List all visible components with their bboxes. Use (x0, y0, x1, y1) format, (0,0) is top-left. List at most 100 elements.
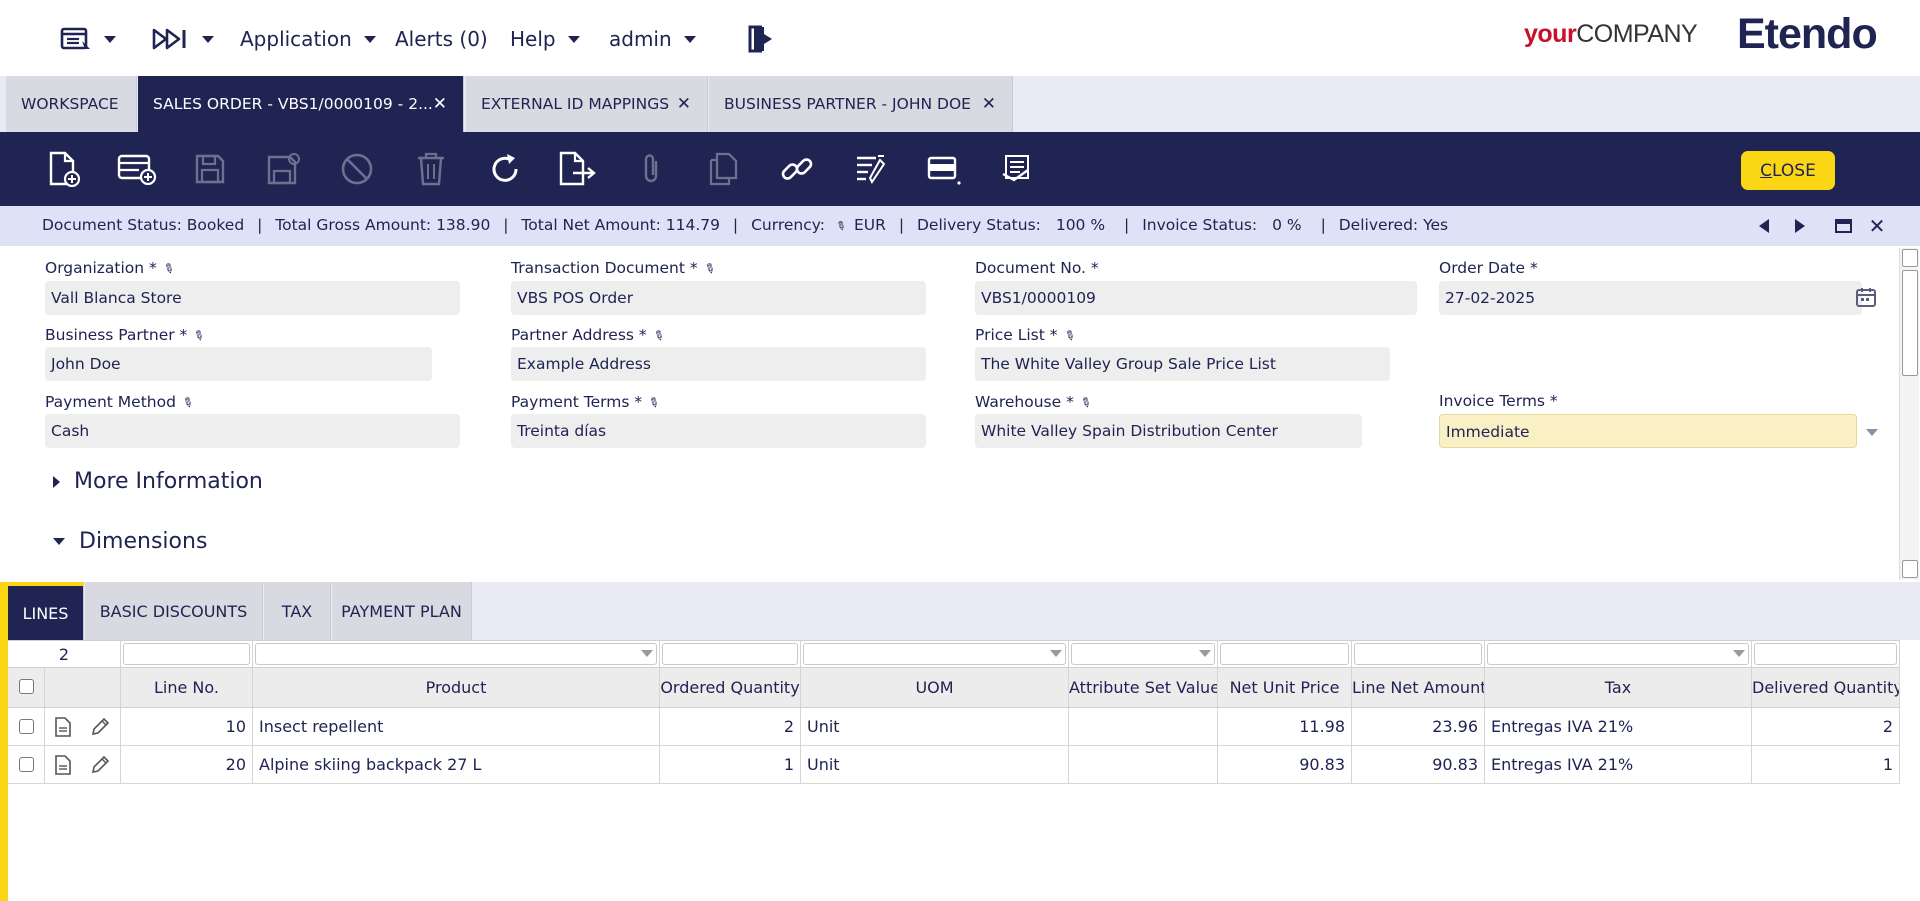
close-icon[interactable]: ✕ (982, 94, 996, 114)
scroll-thumb[interactable] (1902, 270, 1918, 376)
subtab-payment-plan[interactable]: PAYMENT PLAN (332, 582, 472, 640)
edit-icon[interactable] (90, 717, 110, 737)
column-header-delivered-quantity[interactable]: Delivered Quantity (1752, 668, 1900, 708)
previous-record-button[interactable] (1754, 214, 1774, 238)
cell-line-net-amount: 90.83 (1352, 746, 1485, 784)
delete-icon[interactable] (411, 149, 451, 189)
attachment-icon[interactable] (631, 149, 671, 189)
column-header-line-no[interactable]: Line No. (121, 668, 253, 708)
row-checkbox[interactable] (19, 757, 34, 772)
process-icon[interactable] (851, 149, 891, 189)
quick-launch-button[interactable] (152, 22, 214, 56)
select-all-checkbox[interactable] (19, 679, 34, 694)
chevron-down-icon (641, 650, 653, 657)
close-icon[interactable]: ✕ (433, 94, 447, 114)
column-header-tax[interactable]: Tax (1485, 668, 1752, 708)
close-icon[interactable]: ✕ (677, 94, 691, 114)
pin-icon[interactable]: ✎ (190, 327, 207, 345)
filter-ordered-quantity[interactable] (660, 640, 801, 668)
subtab-basic-discounts[interactable]: BASIC DISCOUNTS (85, 582, 263, 640)
column-header-uom[interactable]: UOM (801, 668, 1069, 708)
close-form-button[interactable]: ✕ (1866, 214, 1888, 238)
undo-icon[interactable] (337, 149, 377, 189)
pin-icon[interactable]: ✎ (650, 327, 667, 345)
calendar-icon[interactable] (1855, 286, 1877, 308)
tab-workspace[interactable]: WORKSPACE (6, 76, 137, 132)
chevron-down-icon[interactable] (1866, 429, 1878, 436)
top-navigation: Application Alerts (0) Help admin yourCO… (0, 0, 1920, 76)
invoice-status-label: Invoice Status: (1142, 216, 1258, 234)
close-button[interactable]: C LOSE (1741, 151, 1835, 190)
order-date-field[interactable]: 27-02-2025 (1439, 281, 1862, 315)
pin-icon[interactable]: ✎ (179, 394, 196, 412)
organization-field[interactable]: Vall Blanca Store (45, 281, 460, 315)
column-header-product[interactable]: Product (253, 668, 660, 708)
pin-icon[interactable]: ✎ (160, 260, 177, 278)
separator: | (732, 216, 739, 234)
pin-icon[interactable]: ✎ (701, 260, 718, 278)
column-header-ordered-quantity[interactable]: Ordered Quantity (660, 668, 801, 708)
form-scrollbar[interactable] (1899, 248, 1919, 580)
invoice-terms-select[interactable]: Immediate (1439, 414, 1857, 448)
edit-icon[interactable] (90, 755, 110, 775)
grid-toggle-icon[interactable] (924, 149, 964, 189)
tab-sales-order[interactable]: SALES ORDER - VBS1/0000109 - 2... ✕ (138, 76, 464, 132)
row-checkbox[interactable] (19, 719, 34, 734)
save-close-icon[interactable] (264, 149, 304, 189)
filter-tax[interactable] (1485, 640, 1752, 668)
filter-line-no[interactable] (121, 640, 253, 668)
tab-external-id-mappings[interactable]: EXTERNAL ID MAPPINGS ✕ (466, 76, 708, 132)
pin-icon[interactable]: ✎ (833, 217, 849, 234)
new-row-icon[interactable] (117, 149, 157, 189)
payment-terms-field[interactable]: Treinta días (511, 414, 926, 448)
filter-delivered-quantity[interactable] (1752, 640, 1900, 668)
user-menu[interactable]: admin (609, 22, 696, 56)
filter-uom[interactable] (801, 640, 1069, 668)
scroll-down-icon[interactable] (1902, 560, 1918, 578)
audit-icon[interactable] (997, 149, 1037, 189)
business-partner-label: Business Partner * ✎ (45, 326, 208, 346)
alerts-link[interactable]: Alerts (0) (395, 22, 488, 56)
filter-attribute-set[interactable] (1069, 640, 1218, 668)
filter-net-unit-price[interactable] (1218, 640, 1352, 668)
application-menu[interactable]: Application (240, 22, 376, 56)
workspace-menu-button[interactable] (60, 22, 116, 56)
export-icon[interactable] (557, 149, 597, 189)
subtab-lines[interactable]: LINES (8, 582, 84, 640)
chevron-down-icon (683, 35, 696, 43)
tab-business-partner[interactable]: BUSINESS PARTNER - JOHN DOE ✕ (709, 76, 1013, 132)
maximize-button[interactable] (1832, 214, 1854, 238)
document-status: Document Status: Booked (42, 216, 245, 234)
partner-address-field[interactable]: Example Address (511, 347, 926, 381)
next-record-button[interactable] (1790, 214, 1810, 238)
document-icon[interactable] (54, 717, 72, 737)
separator: | (1320, 216, 1326, 234)
pin-icon[interactable]: ✎ (1077, 394, 1094, 412)
business-partner-field[interactable]: John Doe (45, 347, 432, 381)
dimensions-section[interactable]: Dimensions (53, 529, 207, 554)
help-menu[interactable]: Help (510, 22, 580, 56)
scroll-up-icon[interactable] (1902, 249, 1918, 267)
logout-button[interactable] (746, 22, 774, 56)
warehouse-field[interactable]: White Valley Spain Distribution Center (975, 414, 1362, 448)
filter-product[interactable] (253, 640, 660, 668)
pin-icon[interactable]: ✎ (645, 394, 662, 412)
payment-method-field[interactable]: Cash (45, 414, 460, 448)
more-information-section[interactable]: More Information (53, 469, 263, 494)
column-header-net-unit-price[interactable]: Net Unit Price (1218, 668, 1352, 708)
column-header-attribute-set-value[interactable]: Attribute Set Value (1069, 668, 1218, 708)
filter-line-net-amount[interactable] (1352, 640, 1485, 668)
subtab-tax[interactable]: TAX (264, 582, 331, 640)
save-icon[interactable] (190, 149, 230, 189)
link-icon[interactable] (777, 149, 817, 189)
copy-record-icon[interactable] (704, 149, 744, 189)
document-icon[interactable] (54, 755, 72, 775)
new-document-icon[interactable] (44, 149, 84, 189)
document-no-field[interactable]: VBS1/0000109 (975, 281, 1417, 315)
price-list-field[interactable]: The White Valley Group Sale Price List (975, 347, 1390, 381)
pin-icon[interactable]: ✎ (1060, 327, 1077, 345)
transaction-document-field[interactable]: VBS POS Order (511, 281, 926, 315)
order-date-label: Order Date * (1439, 259, 1538, 277)
refresh-icon[interactable] (485, 149, 525, 189)
column-header-line-net-amount[interactable]: Line Net Amount (1352, 668, 1485, 708)
